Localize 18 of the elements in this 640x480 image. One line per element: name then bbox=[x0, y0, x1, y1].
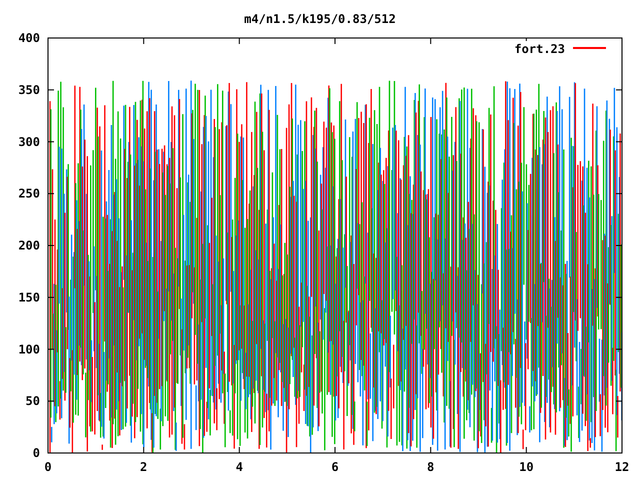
chart-title: m4/n1.5/k195/0.83/512 bbox=[244, 12, 396, 26]
x-tick-label: 4 bbox=[236, 460, 243, 474]
y-tick-label: 250 bbox=[18, 186, 40, 201]
x-tick-label: 0 bbox=[44, 460, 52, 474]
y-tick-label: 200 bbox=[18, 238, 40, 252]
x-tick-label: 12 bbox=[614, 460, 630, 474]
x-tick-label: 6 bbox=[331, 460, 339, 474]
x-tick-label: 10 bbox=[519, 460, 534, 474]
y-tick-label: 350 bbox=[18, 82, 40, 97]
x-tick-label: 8 bbox=[427, 460, 434, 474]
legend-label: fort.23 bbox=[514, 42, 565, 56]
y-tick-label: 300 bbox=[18, 134, 40, 149]
y-tick-label: 150 bbox=[18, 290, 40, 304]
y-tick-label: 0 bbox=[32, 446, 40, 460]
y-tick-label: 50 bbox=[26, 394, 40, 408]
x-tick-label: 2 bbox=[140, 460, 148, 474]
y-tick-label: 400 bbox=[18, 31, 40, 45]
y-tick-label: 100 bbox=[18, 342, 40, 356]
